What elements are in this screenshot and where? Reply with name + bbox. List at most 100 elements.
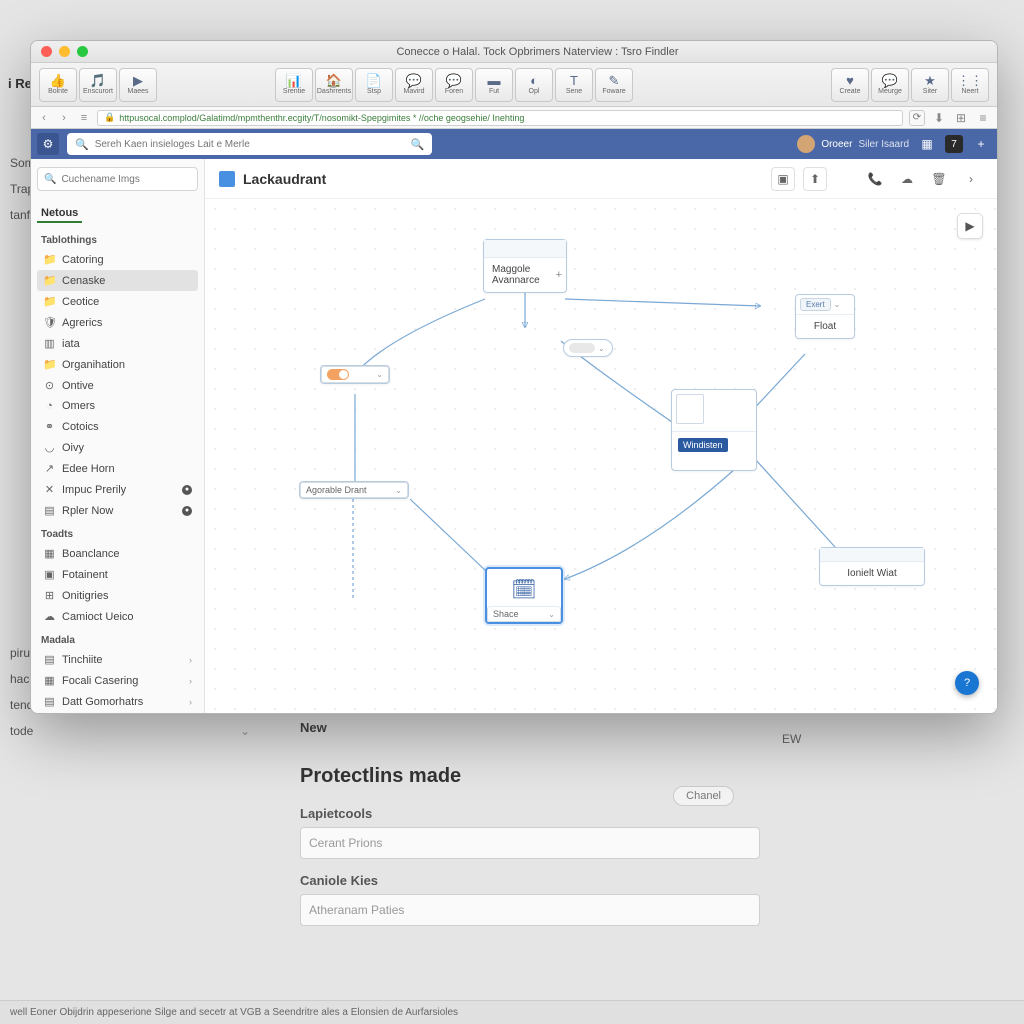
node-toggle[interactable]: ⌄ bbox=[320, 365, 390, 384]
gear-icon[interactable]: ⚙ bbox=[37, 133, 59, 155]
sidebar-item[interactable]: ▤Datt Gomorhatrs› bbox=[37, 691, 198, 712]
close-icon[interactable] bbox=[41, 46, 52, 57]
notification-badge[interactable]: 7 bbox=[945, 135, 963, 153]
hamburger-icon[interactable]: ≡ bbox=[975, 111, 991, 125]
sidebar-search[interactable]: 🔍 bbox=[37, 167, 198, 191]
global-search-input[interactable] bbox=[95, 139, 405, 150]
address-field[interactable]: 🔒 httpusocal.complod/Galatimd/mpmthenthr… bbox=[97, 110, 903, 126]
toolbar-button[interactable]: ★Siter bbox=[911, 68, 949, 102]
toggle-switch[interactable] bbox=[327, 369, 349, 380]
search-submit-icon[interactable]: 🔍 bbox=[410, 138, 424, 151]
toolbar-label: Mavird bbox=[403, 88, 424, 95]
chevron-down-icon[interactable]: ⌄ bbox=[376, 370, 383, 379]
sidebar-item[interactable]: ▥iata bbox=[37, 333, 198, 354]
chevron-right-icon[interactable]: › bbox=[189, 655, 192, 665]
sidebar-item[interactable]: 📁Organihation bbox=[37, 354, 198, 375]
sidebar-item[interactable]: ▣Fotainent bbox=[37, 564, 198, 585]
toolbar-button[interactable]: ⋮⋮Neert bbox=[951, 68, 989, 102]
toolbar-button[interactable]: 💬Meurge bbox=[871, 68, 909, 102]
sidebar-item[interactable]: ▣Comoritane› bbox=[37, 712, 198, 713]
play-button[interactable]: ▶ bbox=[957, 213, 983, 239]
sidebar-item[interactable]: ▤Rpler Now● bbox=[37, 500, 198, 521]
sidebar-item[interactable]: 📁Ceotice bbox=[37, 291, 198, 312]
toolbar-button[interactable]: ♥Create bbox=[831, 68, 869, 102]
diagram-canvas[interactable]: Maggole Avannarce + ⌄ ⌄ Agorable Drant⌄ bbox=[205, 199, 997, 713]
node-agorable[interactable]: Agorable Drant⌄ bbox=[299, 481, 409, 499]
sidebar-tab-active[interactable]: Netous bbox=[37, 201, 82, 223]
chevron-down-icon[interactable]: ⌄ bbox=[548, 610, 555, 619]
toolbar-button[interactable]: 🎵Enscurort bbox=[79, 68, 117, 102]
plus-icon[interactable]: + bbox=[556, 269, 562, 281]
toolbar-button[interactable]: 💬Foren bbox=[435, 68, 473, 102]
sidebar-item[interactable]: ▦Boanclance bbox=[37, 543, 198, 564]
titlebar[interactable]: Conecce o Halal. Tock Opbrimers Natervie… bbox=[31, 41, 997, 63]
minimize-icon[interactable] bbox=[59, 46, 70, 57]
sidebar-item[interactable]: ▦Focali Casering› bbox=[37, 670, 198, 691]
node-shace[interactable]: 🗓 Shace⌄ bbox=[485, 567, 563, 624]
toolbar-button[interactable]: 📄Stsp bbox=[355, 68, 393, 102]
phone-icon[interactable]: 📞 bbox=[863, 167, 887, 191]
sidebar-item[interactable]: ◡Oivy bbox=[37, 437, 198, 458]
toolbar-icon: ♥ bbox=[846, 74, 854, 88]
toolbar-button[interactable]: 📊Srentie bbox=[275, 68, 313, 102]
toolbar-icon: 🏠 bbox=[326, 74, 342, 88]
sidebar-item[interactable]: ▤Tinchiite› bbox=[37, 649, 198, 670]
node-maggole[interactable]: Maggole Avannarce + bbox=[483, 239, 567, 293]
menu-icon[interactable]: ≡ bbox=[77, 112, 91, 124]
main-panel: Lackaudrant ▣ ⬆ 📞 ☁ 🗑 › bbox=[205, 159, 997, 713]
sidebar-item[interactable]: ⚭Cotoics bbox=[37, 416, 198, 437]
toolbar-button[interactable]: 🏠Dashrrents bbox=[315, 68, 353, 102]
zoom-icon[interactable] bbox=[77, 46, 88, 57]
chevron-right-icon[interactable]: › bbox=[189, 676, 192, 686]
chevron-down-icon[interactable]: ⌄ bbox=[834, 300, 841, 309]
sidebar-item[interactable]: ◔Omers bbox=[37, 396, 198, 416]
grid-icon[interactable]: ▦ bbox=[917, 134, 937, 154]
sidebar-item[interactable]: 📁Cenaske bbox=[37, 270, 198, 291]
toolbar-button[interactable]: TSene bbox=[555, 68, 593, 102]
user-menu[interactable]: Oroeer Siler Isaard bbox=[797, 135, 909, 153]
back-icon[interactable]: ‹ bbox=[37, 112, 51, 124]
cloud-icon[interactable]: ☁ bbox=[895, 167, 919, 191]
sidebar-section: Toadts bbox=[37, 521, 198, 543]
sidebar-item[interactable]: 📁Catoring bbox=[37, 249, 198, 270]
upload-button[interactable]: ⬆ bbox=[803, 167, 827, 191]
toolbar-button[interactable]: ▬Fut bbox=[475, 68, 513, 102]
chevron-down-icon[interactable]: ⌄ bbox=[598, 344, 605, 353]
bg-change-button[interactable]: Chanel bbox=[673, 786, 734, 806]
more-icon[interactable]: › bbox=[959, 167, 983, 191]
toolbar-button[interactable]: ◐Opl bbox=[515, 68, 553, 102]
node-pill[interactable]: ⌄ bbox=[563, 339, 613, 357]
trash-icon[interactable]: 🗑 bbox=[927, 167, 951, 191]
extensions-icon[interactable]: ⊞ bbox=[953, 111, 969, 125]
bg-section-heading: Protectlins made bbox=[300, 765, 760, 788]
sidebar-item[interactable]: ⊙Ontive bbox=[37, 375, 198, 396]
sidebar-item[interactable]: 🛡Agrerics bbox=[37, 312, 198, 333]
toolbar-label: Srentie bbox=[283, 88, 305, 95]
node-float[interactable]: Exert ⌄ Float bbox=[795, 294, 855, 339]
sidebar-item[interactable]: ☁Camioct Ueico bbox=[37, 606, 198, 627]
chevron-down-icon[interactable]: ⌄ bbox=[395, 486, 402, 495]
toolbar-button[interactable]: 👍Bolnte bbox=[39, 68, 77, 102]
toolbar-button[interactable]: ✎Foware bbox=[595, 68, 633, 102]
user-name: Oroeer bbox=[821, 139, 852, 150]
sidebar-item[interactable]: ✕Impuc Prerily● bbox=[37, 479, 198, 500]
bg-row1-input[interactable]: Cerant Prions bbox=[300, 827, 760, 859]
bg-row2-input[interactable]: Atheranam Paties bbox=[300, 894, 760, 926]
chevron-right-icon[interactable]: › bbox=[189, 697, 192, 707]
app-window: Conecce o Halal. Tock Opbrimers Natervie… bbox=[30, 40, 998, 714]
panel-button[interactable]: ▣ bbox=[771, 167, 795, 191]
add-icon[interactable]: + bbox=[971, 134, 991, 154]
download-icon[interactable]: ⬇ bbox=[931, 111, 947, 125]
toolbar-button[interactable]: 💬Mavird bbox=[395, 68, 433, 102]
forward-icon[interactable]: › bbox=[57, 112, 71, 124]
sidebar-item[interactable]: ⊞Onitigries bbox=[37, 585, 198, 606]
sidebar-section: Madala bbox=[37, 627, 198, 649]
global-search[interactable]: 🔍 🔍 bbox=[67, 133, 432, 155]
node-ionielt[interactable]: Ionielt Wiat bbox=[819, 547, 925, 586]
sidebar-item[interactable]: ↗Edee Horn bbox=[37, 458, 198, 479]
toolbar-button[interactable]: ▶Maees bbox=[119, 68, 157, 102]
help-fab[interactable]: ? bbox=[955, 671, 979, 695]
node-windisten[interactable]: Windisten bbox=[671, 389, 757, 471]
reload-button[interactable]: ⟳ bbox=[909, 110, 925, 126]
sidebar-search-input[interactable] bbox=[61, 174, 193, 185]
